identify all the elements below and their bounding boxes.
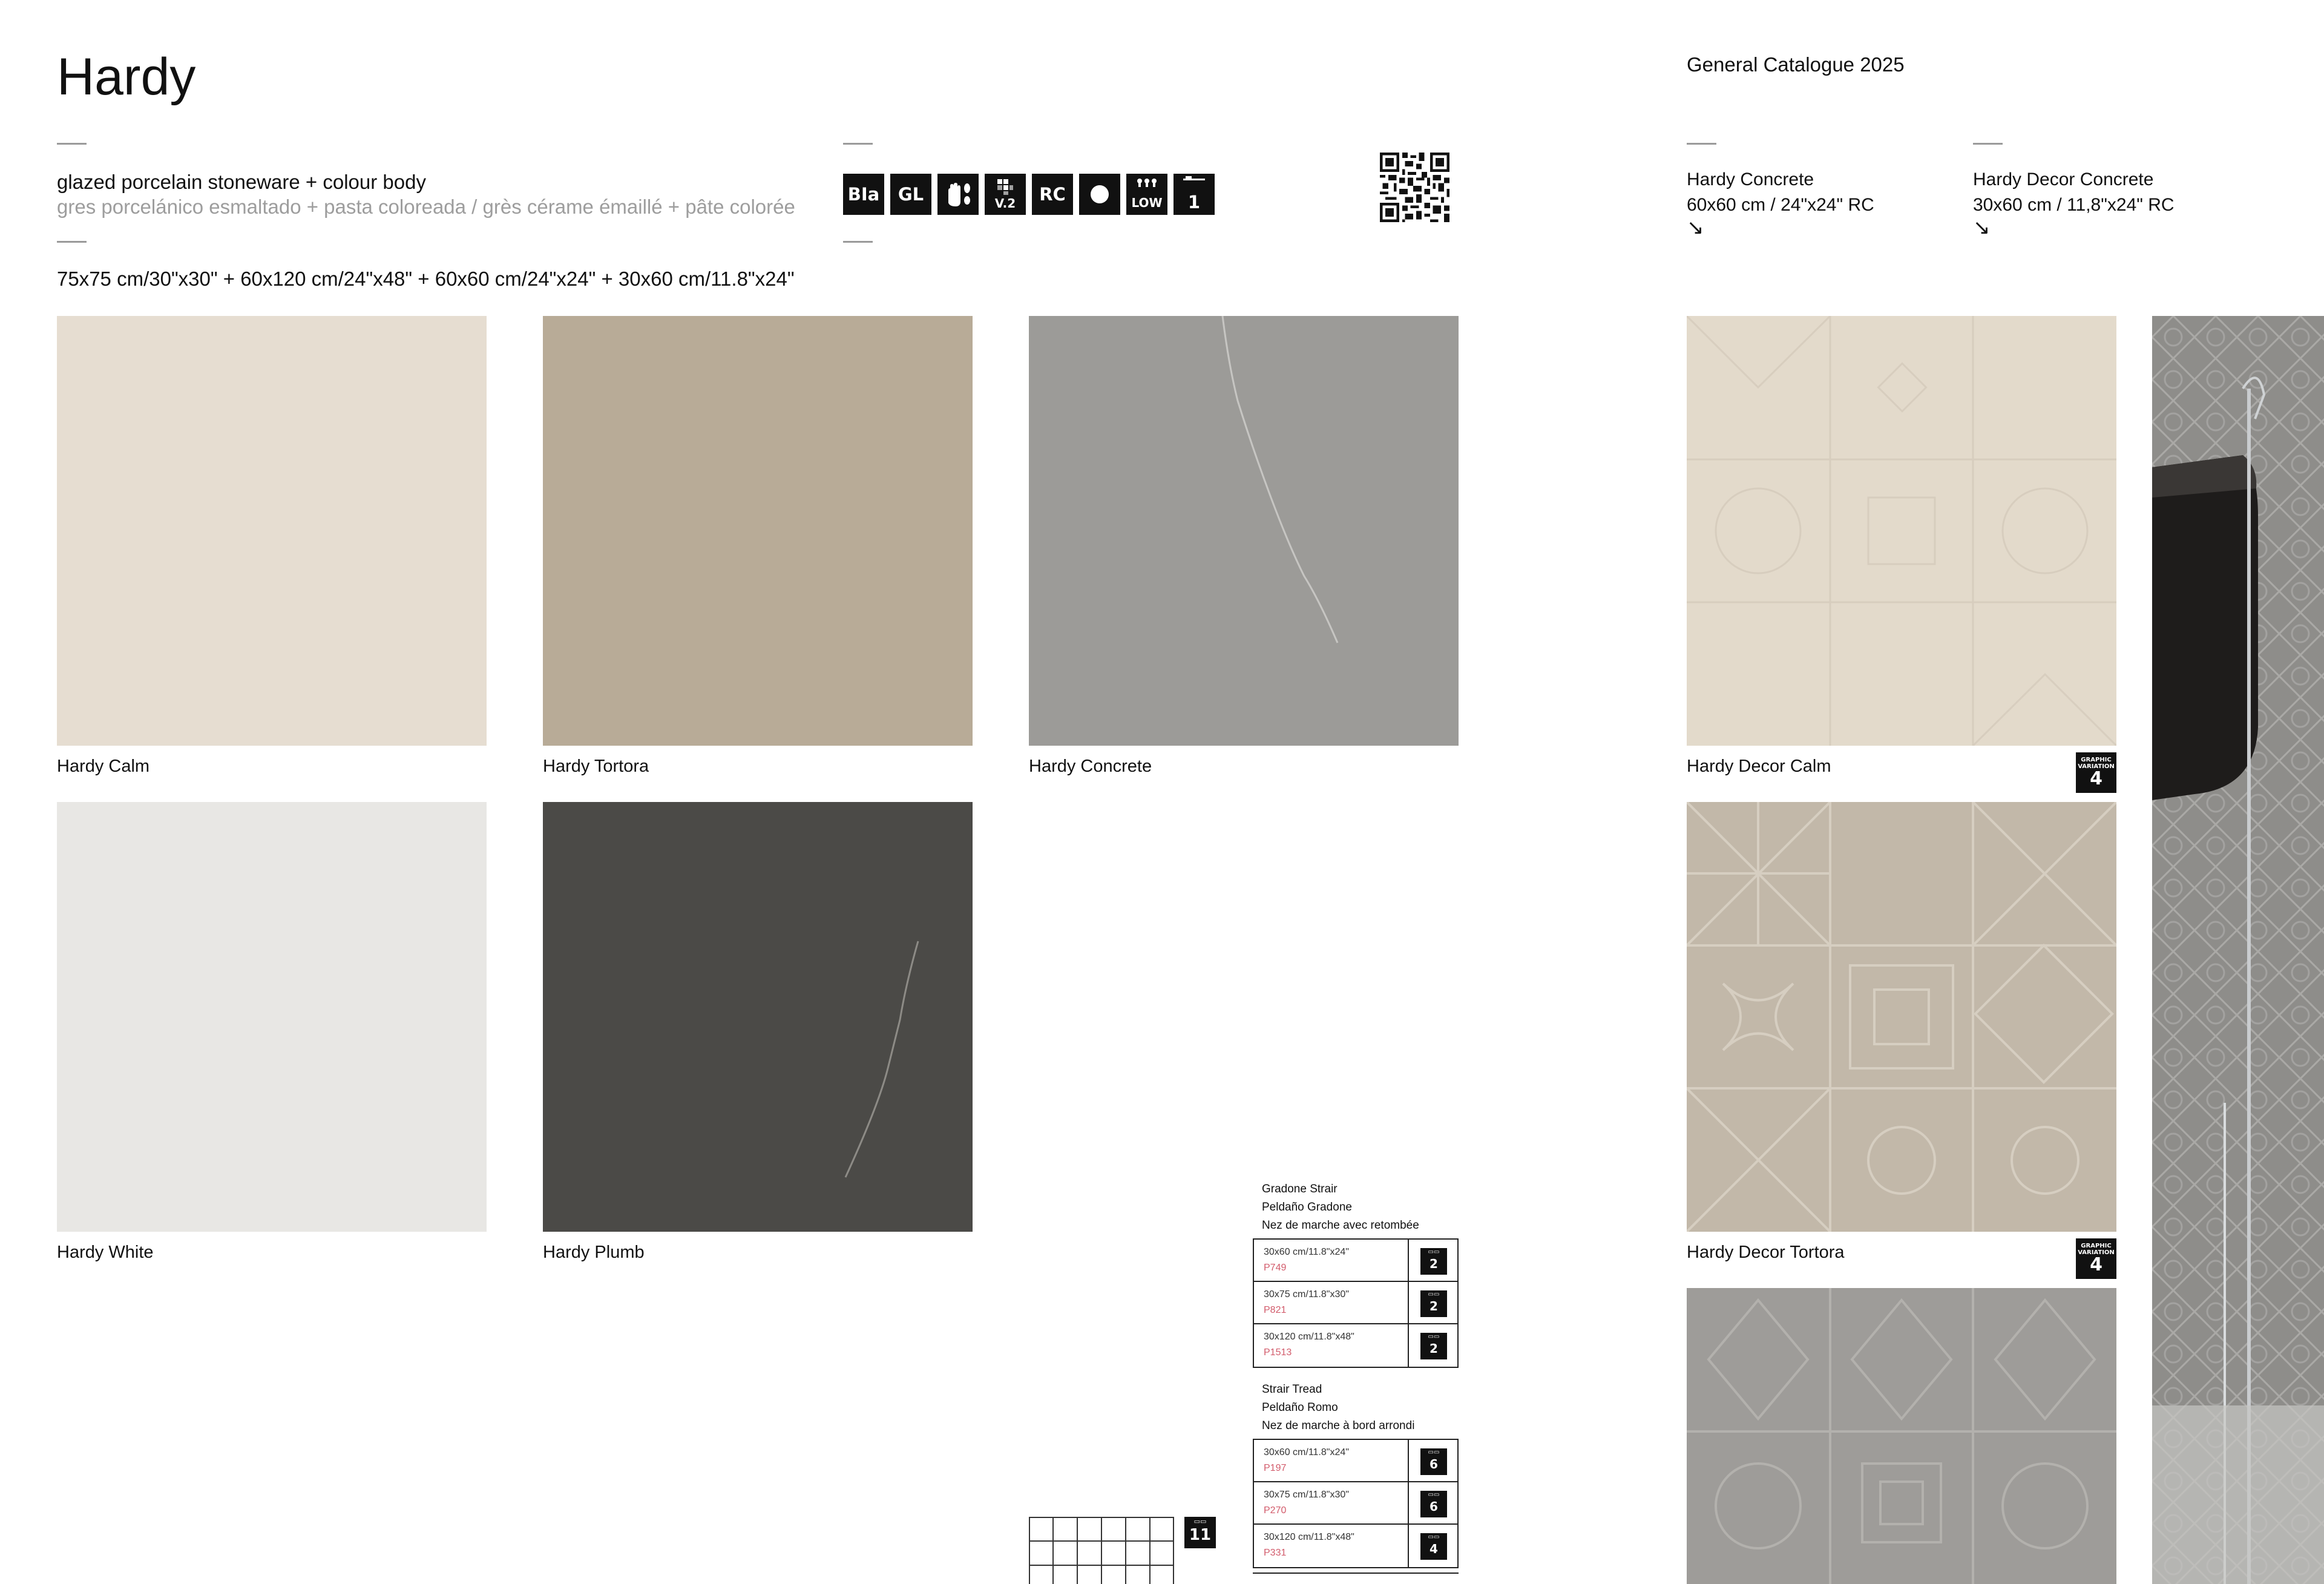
tile-label: Hardy Calm — [57, 757, 150, 776]
decor-tile-swatch[interactable] — [1687, 316, 2116, 746]
trim-row: 30x75 cm/11.8"x30" P270 ▭▭ 6 — [1254, 1482, 1457, 1525]
divider — [57, 143, 87, 145]
tile-label: Hardy Decor Tortora — [1687, 1243, 1845, 1262]
rectified-icon: RC — [1032, 174, 1073, 215]
tile-swatch[interactable] — [543, 316, 973, 746]
trim-table: 30x60 cm/11.8"x24" P749 ▭▭ 2 30x75 cm/11.… — [1253, 1238, 1459, 1368]
trim-row: 30x60 cm/11.8"x24" P749 ▭▭ 2 — [1254, 1240, 1457, 1282]
decor-pattern — [1687, 316, 2116, 746]
arrow-down-right-icon: ↘ — [1687, 216, 1704, 239]
tile-label: Hardy White — [57, 1243, 154, 1262]
divider — [1687, 143, 1716, 145]
hand-footprint-icon — [937, 174, 979, 215]
graphic-variation-badge: GRAPHIC VARIATION 4 — [2076, 1238, 2116, 1279]
tile-label: Hardy Concrete — [1029, 757, 1152, 776]
qr-code-icon[interactable] — [1380, 153, 1449, 222]
matt-finish-icon — [1079, 174, 1120, 215]
arrow-down-right-icon: ↘ — [1973, 216, 1991, 239]
material-description: glazed porcelain stoneware + colour body — [57, 171, 426, 193]
decor-tile-swatch[interactable] — [1687, 802, 2116, 1232]
related-product[interactable]: Hardy Concrete 60x60 cm / 24"x24" RC ↘ — [1687, 169, 1874, 240]
vein-decoration — [1221, 316, 1339, 643]
pieces-per-box-badge: ▭▭ 2 — [1420, 1333, 1447, 1359]
tile-swatch[interactable] — [57, 316, 487, 746]
trim-table: 30x60 cm/11.8"x24" P197 ▭▭ 6 30x75 cm/11.… — [1253, 1439, 1459, 1568]
decor-tile-swatch[interactable] — [1687, 1288, 2116, 1584]
pieces-per-box-badge: ▭▭ 2 — [1420, 1290, 1447, 1317]
trim-row: 30x120 cm/11.8"x48" P331 ▭▭ 4 — [1254, 1525, 1457, 1567]
bathroom-scene — [2152, 316, 2324, 1584]
low-traffic-icon: LOW — [1126, 174, 1167, 215]
graphic-variation-badge: GRAPHIC VARIATION 4 — [2076, 752, 2116, 793]
catalogue-label: General Catalogue 2025 — [1687, 53, 1905, 76]
divider — [843, 143, 873, 145]
decor-pattern — [1687, 1288, 2116, 1584]
glazed-icon: GL — [890, 174, 931, 215]
tile-label: Hardy Tortora — [543, 757, 649, 776]
material-description-translations: gres porcelánico esmaltado + pasta color… — [57, 196, 795, 218]
trim-row: 30x75 cm/11.8"x30" P821 ▭▭ 2 — [1254, 1282, 1457, 1324]
tile-swatch[interactable] — [543, 802, 973, 1232]
trim-heading: Strair Tread Peldaño Romo Nez de marche … — [1262, 1383, 1415, 1432]
related-product[interactable]: Hardy Decor Concrete 30x60 cm / 11,8"x24… — [1973, 169, 2175, 240]
divider — [843, 241, 873, 243]
trim-row: 30x60 cm/11.8"x24" P197 ▭▭ 6 — [1254, 1440, 1457, 1482]
divider — [1973, 143, 2003, 145]
divider — [57, 241, 87, 243]
page-title: Hardy — [57, 48, 196, 106]
shade-variation-icon: V.2 — [985, 174, 1026, 215]
ambient-photo — [2152, 316, 2324, 1584]
tile-swatch[interactable] — [57, 802, 487, 1232]
water-absorption-icon: BIa — [843, 174, 884, 215]
trim-heading: Gradone Strair Peldaño Gradone Nez de ma… — [1262, 1183, 1419, 1232]
feature-icons: BIa GL V.2 RC LOW 1 — [843, 174, 1215, 215]
mosaic-grid-icon — [1029, 1517, 1174, 1584]
decor-pattern — [1687, 802, 2116, 1232]
size-list: 75x75 cm/30"x30" + 60x120 cm/24"x48" + 6… — [57, 268, 795, 290]
tile-label: Hardy Plumb — [543, 1243, 645, 1262]
vein-decoration — [844, 941, 919, 1178]
usage-class-icon: 1 — [1173, 174, 1215, 215]
trim-row: 30x120 cm/11.8"x48" P1513 ▭▭ 2 — [1254, 1324, 1457, 1367]
tile-label: Hardy Decor Calm — [1687, 757, 1831, 776]
pieces-per-box-badge: ▭▭ 2 — [1420, 1248, 1447, 1275]
tile-swatch[interactable] — [1029, 316, 1459, 746]
pieces-per-box-badge: ▭▭ 11 — [1184, 1517, 1216, 1548]
pieces-per-box-badge: ▭▭ 6 — [1420, 1448, 1447, 1475]
divider — [1253, 1572, 1459, 1574]
pieces-per-box-badge: ▭▭ 6 — [1420, 1491, 1447, 1517]
pieces-per-box-badge: ▭▭ 4 — [1420, 1533, 1447, 1560]
